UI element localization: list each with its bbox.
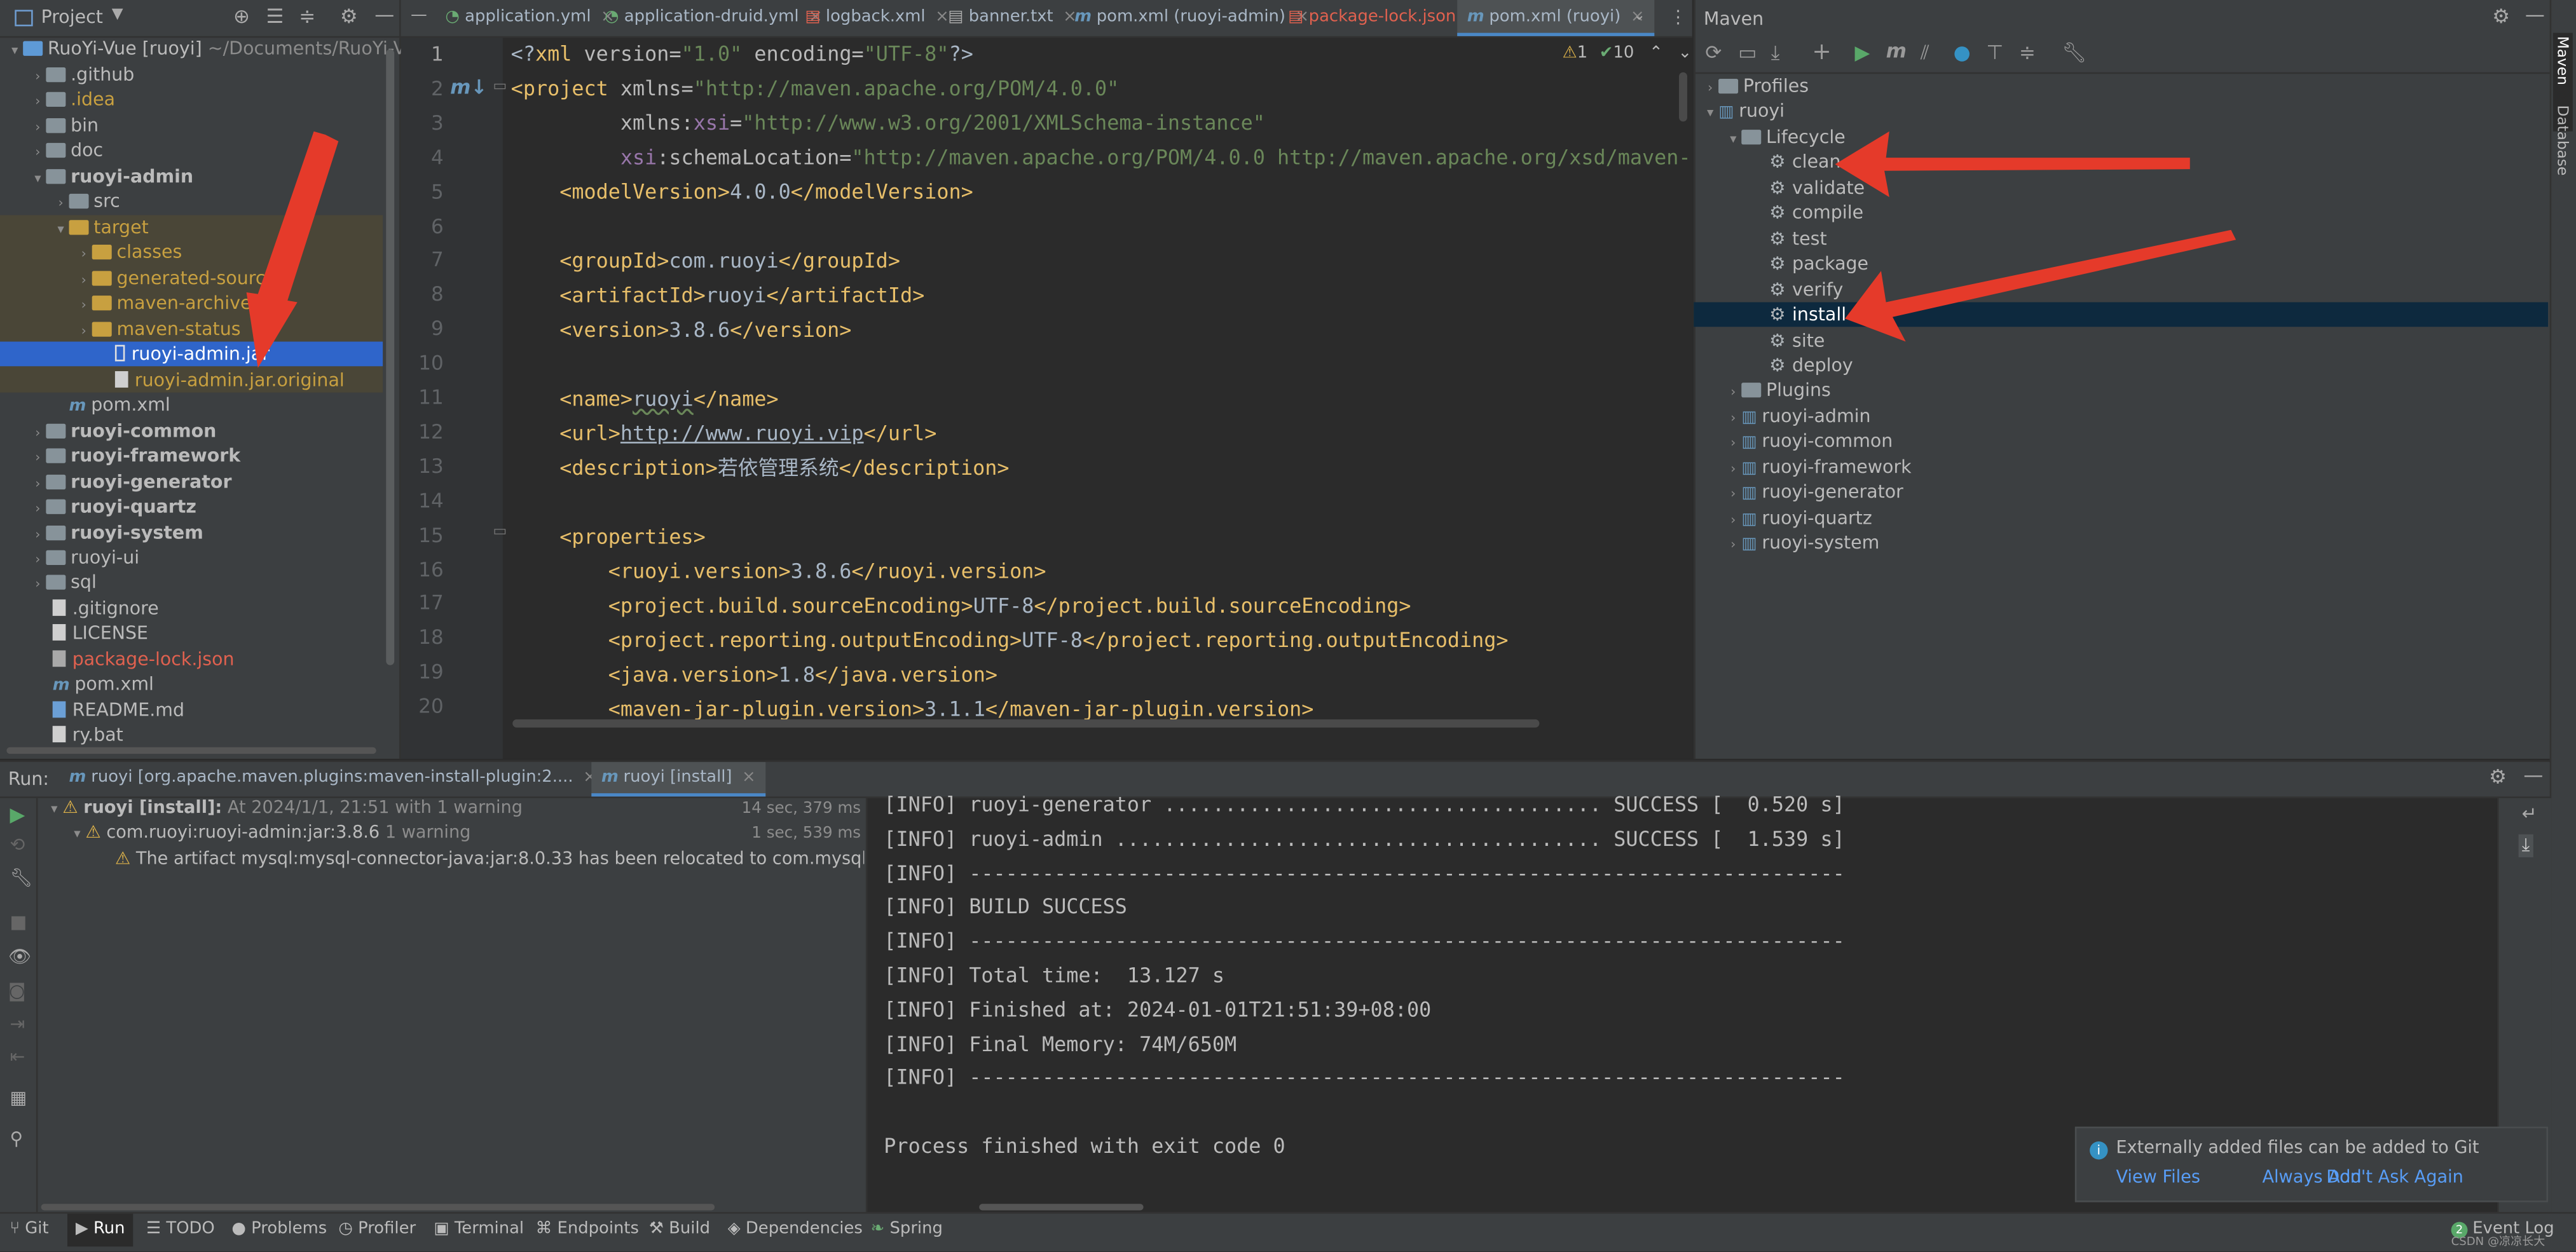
arrow-to-install xyxy=(1845,229,2237,342)
ide-window: Project ▼ ⊕ ☰ ≑ ⚙ — ▾ RuoYi-Vue [ruoyi] ~… xyxy=(0,0,2576,1252)
arrow-to-clean xyxy=(1835,131,2190,198)
annotation-arrows xyxy=(246,131,2237,368)
arrow-to-jar xyxy=(246,131,339,368)
